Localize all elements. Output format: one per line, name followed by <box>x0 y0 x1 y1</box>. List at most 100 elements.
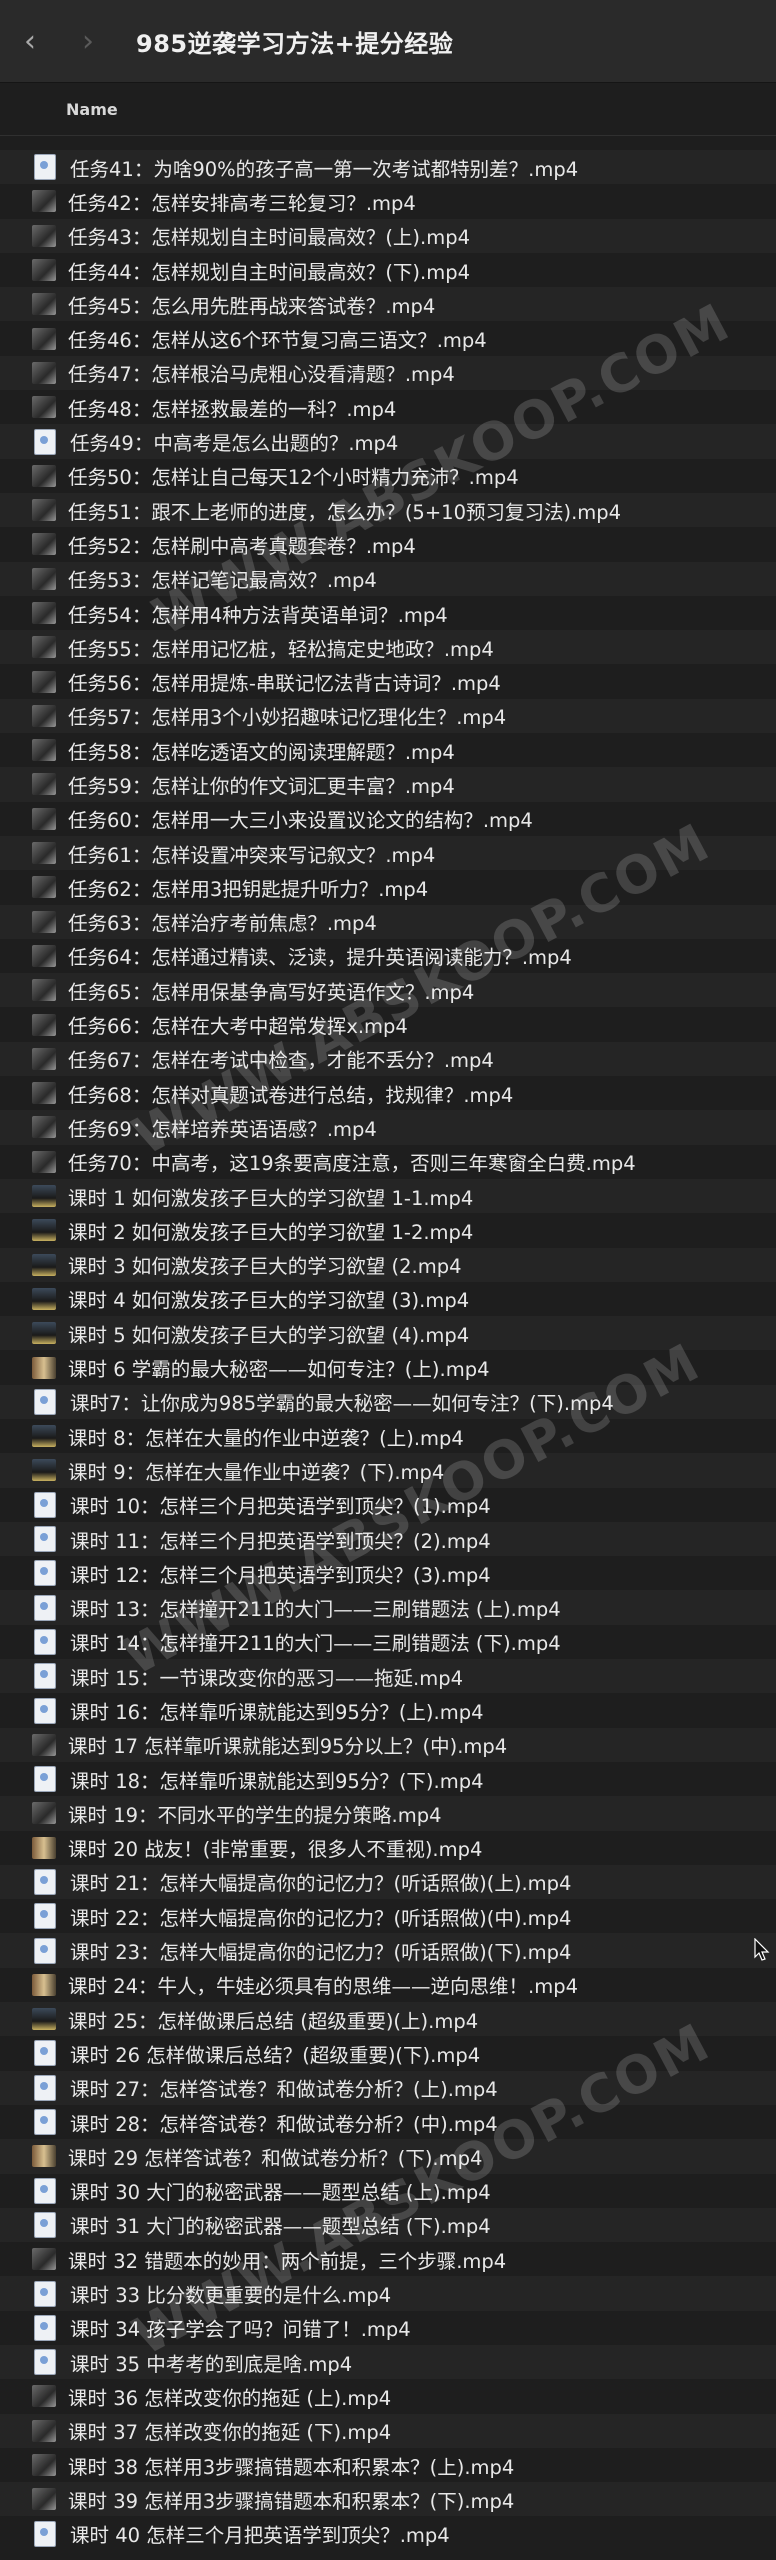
video-thumbnail-icon <box>32 293 56 316</box>
list-item[interactable]: 课时 18：怎样靠听课就能达到95分？(下).mp4 <box>0 1762 776 1796</box>
file-name: 课时 28：怎样答试卷？和做试卷分析？(中).mp4 <box>70 2112 498 2136</box>
list-item[interactable]: 课时 39 怎样用3步骤搞错题本和积累本？(下).mp4 <box>0 2482 776 2517</box>
video-thumbnail-icon <box>32 1836 56 1859</box>
list-item[interactable]: 课时 28：怎样答试卷？和做试卷分析？(中).mp4 <box>0 2105 776 2139</box>
video-thumbnail-icon <box>32 1802 56 1825</box>
file-name: 课时 16：怎样靠听课就能达到95分？(上).mp4 <box>70 1701 484 1724</box>
file-name: 任务57：怎样用3个小妙招趣味记忆理化生？.mp4 <box>68 706 507 730</box>
list-item[interactable]: 任务59：怎样让你的作文词汇更丰富？.mp4 <box>0 767 776 802</box>
file-name: 任务46：怎样从这6个环节复习高三语文？.mp4 <box>68 329 487 353</box>
video-file-icon <box>34 154 56 181</box>
video-thumbnail-icon <box>32 2385 56 2408</box>
list-item[interactable]: 任务45：怎么用先胜再战来答试卷？.mp4 <box>0 287 776 322</box>
list-item[interactable]: 课时 8：怎样在大量的作业中逆袭？(上).mp4 <box>0 1419 776 1453</box>
video-thumbnail-icon <box>32 773 56 796</box>
file-name: 课时 2 如何激发孩子巨大的学习欲望 1-2.mp4 <box>68 1220 474 1244</box>
list-item[interactable]: 课时 22：怎样大幅提高你的记忆力？(听话照做)(中).mp4 <box>0 1899 776 1933</box>
list-item[interactable]: 课时 2 如何激发孩子巨大的学习欲望 1-2.mp4 <box>0 1213 776 1247</box>
list-item[interactable]: 课时 13：怎样撞开211的大门——三刷错题法 (上).mp4 <box>0 1590 776 1625</box>
list-item[interactable]: 任务42：怎样安排高考三轮复习？.mp4 <box>0 184 776 218</box>
list-item[interactable]: 课时 35 中考考的到底是啥.mp4 <box>0 2345 776 2380</box>
list-item[interactable]: 任务68：怎样对真题试卷进行总结，找规律？.mp4 <box>0 1076 776 1110</box>
list-item[interactable]: 课时 14：怎样撞开211的大门——三刷错题法 (下).mp4 <box>0 1625 776 1659</box>
chevron-right-icon[interactable]: › <box>70 23 106 59</box>
list-item[interactable]: 课时 40 怎样三个月把英语学到顶尖？.mp4 <box>0 2516 776 2550</box>
video-file-icon <box>34 2211 56 2238</box>
list-item[interactable]: 任务64：怎样通过精读、泛读，提升英语阅读能力？.mp4 <box>0 939 776 973</box>
list-item[interactable]: 课时 15：一节课改变你的恶习——拖延.mp4 <box>0 1659 776 1694</box>
list-item[interactable]: 任务48：怎样拯救最差的一科？.mp4 <box>0 390 776 424</box>
video-thumbnail-icon <box>32 1185 56 1208</box>
video-file-icon <box>34 2074 56 2101</box>
file-name: 课时 40 怎样三个月把英语学到顶尖？.mp4 <box>70 2524 450 2548</box>
file-name: 课时 18：怎样靠听课就能达到95分？(下).mp4 <box>70 1769 484 1793</box>
file-name: 课时 38 怎样用3步骤搞错题本和积累本？(上).mp4 <box>68 2455 515 2479</box>
video-file-icon <box>34 2109 56 2136</box>
file-name: 课时 1 如何激发孩子巨大的学习欲望 1-1.mp4 <box>68 1186 474 1210</box>
list-item[interactable]: 课时 12：怎样三个月把英语学到顶尖？(3).mp4 <box>0 1556 776 1590</box>
list-item[interactable]: 课时 29 怎样答试卷？和做试卷分析？(下).mp4 <box>0 2139 776 2174</box>
list-item[interactable]: 任务56：怎样用提炼-串联记忆法背古诗词？.mp4 <box>0 664 776 698</box>
list-item[interactable]: 课时 36 怎样改变你的拖延 (上).mp4 <box>0 2379 776 2413</box>
list-item[interactable]: 课时 4 如何激发孩子巨大的学习欲望 (3).mp4 <box>0 1282 776 1316</box>
file-name: 任务63：怎样治疗考前焦虑？.mp4 <box>68 912 377 936</box>
video-file-icon <box>34 1868 56 1895</box>
list-item[interactable]: 任务44：怎样规划自主时间最高效？(下).mp4 <box>0 253 776 287</box>
list-item[interactable]: 任务43：怎样规划自主时间最高效？(上).mp4 <box>0 218 776 253</box>
video-thumbnail-icon <box>32 1253 56 1276</box>
video-thumbnail-icon <box>32 190 56 213</box>
chevron-left-icon[interactable]: ‹ <box>12 23 48 59</box>
column-header-name[interactable]: Name <box>0 83 776 136</box>
video-file-icon <box>34 1663 56 1690</box>
video-thumbnail-icon <box>32 2454 56 2477</box>
list-item[interactable]: 课时 20 战友！(非常重要，很多人不重视).mp4 <box>0 1831 776 1865</box>
file-name: 课时 5 如何激发孩子巨大的学习欲望 (4).mp4 <box>68 1323 470 1347</box>
list-item[interactable]: 任务53：怎样记笔记最高效？.mp4 <box>0 561 776 596</box>
video-thumbnail-icon <box>32 1150 56 1173</box>
list-item[interactable]: 课时 16：怎样靠听课就能达到95分？(上).mp4 <box>0 1693 776 1727</box>
list-item[interactable]: 课时 9：怎样在大量作业中逆袭？(下).mp4 <box>0 1453 776 1488</box>
file-name: 任务42：怎样安排高考三轮复习？.mp4 <box>68 191 416 215</box>
file-name: 课时 36 怎样改变你的拖延 (上).mp4 <box>68 2386 392 2410</box>
file-name: 课时 26 怎样做课后总结？(超级重要)(下).mp4 <box>70 2043 481 2067</box>
video-thumbnail-icon <box>32 2008 56 2031</box>
list-item[interactable]: 课时 17 怎样靠听课就能达到95分以上？(中).mp4 <box>0 1727 776 1762</box>
list-item[interactable]: 任务54：怎样用4种方法背英语单词？.mp4 <box>0 596 776 630</box>
list-item[interactable]: 任务55：怎样用记忆桩，轻松搞定史地政？.mp4 <box>0 630 776 665</box>
list-item[interactable]: 课时 1 如何激发孩子巨大的学习欲望 1-1.mp4 <box>0 1178 776 1214</box>
list-item[interactable]: 课时 33 比分数更重要的是什么.mp4 <box>0 2276 776 2311</box>
video-file-icon <box>34 2520 56 2547</box>
video-thumbnail-icon <box>32 636 56 659</box>
file-name: 任务47：怎样根治马虎粗心没看清题？.mp4 <box>68 363 455 387</box>
file-name: 课时 25：怎样做课后总结 (超级重要)(上).mp4 <box>68 2009 479 2033</box>
video-thumbnail-icon <box>32 1219 56 1242</box>
list-item[interactable]: 课时 37 怎样改变你的拖延 (下).mp4 <box>0 2413 776 2448</box>
list-item[interactable]: 任务70：中高考，这19条要高度注意，否则三年寒窗全白费.mp4 <box>0 1145 776 1179</box>
list-item[interactable]: 课时 19：不同水平的学生的提分策略.mp4 <box>0 1796 776 1831</box>
list-item[interactable]: 任务57：怎样用3个小妙招趣味记忆理化生？.mp4 <box>0 698 776 734</box>
list-item[interactable]: 任务63：怎样治疗考前焦虑？.mp4 <box>0 904 776 939</box>
list-item[interactable]: 课时 21：怎样大幅提高你的记忆力？(听话照做)(上).mp4 <box>0 1864 776 1900</box>
video-file-icon <box>34 1560 56 1587</box>
list-item[interactable]: 课时 38 怎样用3步骤搞错题本和积累本？(上).mp4 <box>0 2448 776 2482</box>
list-item[interactable]: 课时 34 孩子学会了吗？问错了！.mp4 <box>0 2311 776 2345</box>
list-item[interactable]: 任务41：为啥90%的孩子高一第一次考试都特别差？.mp4 <box>0 150 776 185</box>
list-item[interactable]: 课时 23：怎样大幅提高你的记忆力？(听话照做)(下).mp4 <box>0 1933 776 1968</box>
list-item[interactable]: 任务69：怎样培养英语语感？.mp4 <box>0 1110 776 1145</box>
video-file-icon <box>34 2177 56 2204</box>
list-item[interactable]: 任务58：怎样吃透语文的阅读理解题？.mp4 <box>0 733 776 767</box>
list-item[interactable]: 课时 3 如何激发孩子巨大的学习欲望 (2.mp4 <box>0 1247 776 1282</box>
file-name: 课时 20 战友！(非常重要，很多人不重视).mp4 <box>68 1838 483 1862</box>
video-thumbnail-icon <box>32 2248 56 2271</box>
file-name: 课时 23：怎样大幅提高你的记忆力？(听话照做)(下).mp4 <box>70 1941 572 1965</box>
list-item[interactable]: 课时 32 错题本的妙用：两个前提，三个步骤.mp4 <box>0 2242 776 2276</box>
list-item[interactable]: 课时 24：牛人，牛娃必须具有的思维——逆向思维！.mp4 <box>0 1968 776 2002</box>
video-thumbnail-icon <box>32 944 56 967</box>
video-thumbnail-icon <box>32 876 56 899</box>
video-thumbnail-icon <box>32 1733 56 1756</box>
list-item[interactable]: 任务49：中高考是怎么出题的？.mp4 <box>0 424 776 459</box>
video-file-icon <box>34 1903 56 1930</box>
file-name: 课时 17 怎样靠听课就能达到95分以上？(中).mp4 <box>68 1735 508 1759</box>
file-name: 任务49：中高考是怎么出题的？.mp4 <box>70 432 399 456</box>
list-item[interactable]: 任务67：怎样在考试中检查，才能不丢分？.mp4 <box>0 1041 776 1077</box>
